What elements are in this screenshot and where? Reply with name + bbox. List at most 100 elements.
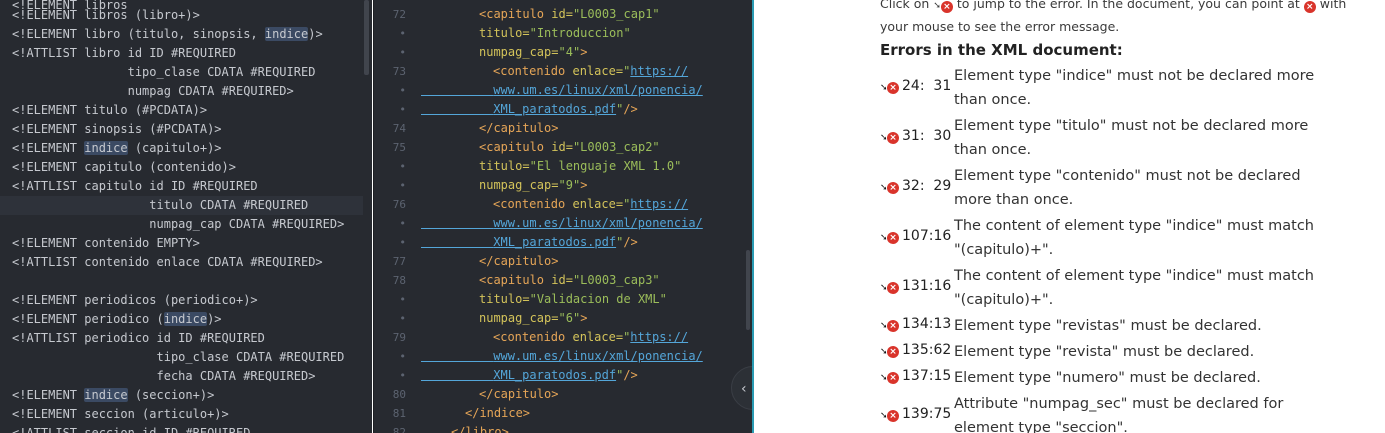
- pdf-link[interactable]: https://: [630, 64, 688, 78]
- xml-code-line: numpag_cap="9">: [479, 178, 588, 192]
- chapter-pages: 9: [565, 178, 573, 192]
- xml-code-line: www.um.es/linux/xml/ponencia/: [421, 81, 703, 100]
- info-end: with: [1319, 0, 1347, 11]
- xml-code-line: numpag_cap="6">: [479, 311, 588, 325]
- line-number: 75: [392, 141, 406, 154]
- error-row[interactable]: ➘ × 24: 31 Element type "indice" must not…: [880, 64, 1320, 112]
- wrap-marker: •: [399, 84, 406, 97]
- dtd-text: <!ELEMENT: [12, 388, 85, 402]
- error-row[interactable]: ➘ × 134:13 Element type "revistas" must b…: [880, 314, 1320, 338]
- info-prefix: Click on: [880, 0, 930, 11]
- dtd-line: numpag CDATA #REQUIRED>: [12, 84, 294, 98]
- dtd-line: <!ELEMENT indice (seccion+)>: [12, 386, 362, 405]
- dtd-text: <!ELEMENT periodico (: [12, 312, 164, 326]
- error-message: Element type "titulo" must not be declar…: [954, 118, 1309, 158]
- dtd-editor[interactable]: <!ELEMENT libros <!ELEMENT libros (libro…: [0, 0, 372, 433]
- xml-scrollbar[interactable]: [746, 250, 750, 330]
- xml-editor[interactable]: 72 • • 73 • • 74 75 • • 76 • • 77 78 • •…: [373, 0, 753, 433]
- xml-code-line: XML_paratodos.pdf"/>: [493, 102, 638, 116]
- xml-code-line: titulo="El lenguaje XML 1.0": [479, 159, 682, 173]
- error-message: Element type "revista" must be declared.: [954, 344, 1255, 360]
- wrap-marker: •: [399, 369, 406, 382]
- error-row[interactable]: ➘ × 139:75 Attribute "numpag_sec" must be…: [880, 392, 1320, 433]
- dtd-line: <!ELEMENT libro (titulo, sinopsis, indic…: [12, 25, 362, 44]
- error-location: 32: 29: [902, 178, 952, 194]
- error-jump-link[interactable]: ➘ ×: [880, 232, 900, 246]
- search-highlight: indice: [84, 141, 128, 155]
- error-x-icon: ×: [887, 346, 899, 358]
- error-jump-link[interactable]: ➘ ×: [880, 82, 900, 96]
- error-jump-link[interactable]: ➘ ×: [880, 282, 900, 296]
- wrap-marker: •: [399, 236, 406, 249]
- dtd-text: <!ELEMENT libro (titulo, sinopsis,: [12, 27, 265, 41]
- pdf-link[interactable]: https://: [630, 197, 688, 211]
- dtd-line: <!ELEMENT seccion (articulo+)>: [12, 407, 229, 421]
- dtd-line: <!ELEMENT contenido EMPTY>: [12, 236, 200, 250]
- xml-code-line: www.um.es/linux/xml/ponencia/: [421, 214, 703, 233]
- error-jump-link[interactable]: ➘ ×: [880, 320, 900, 334]
- xml-code-line: XML_paratodos.pdf"/>: [493, 235, 638, 249]
- dtd-line: <!ELEMENT sinopsis (#PCDATA)>: [12, 122, 222, 136]
- wrap-marker: •: [399, 350, 406, 363]
- chapter-pages: 4: [565, 45, 573, 59]
- dtd-line: <!ATTLIST capitulo id ID #REQUIRED: [12, 179, 258, 193]
- wrap-marker: •: [399, 217, 406, 230]
- pdf-link[interactable]: XML_paratodos.pdf: [493, 102, 616, 116]
- dtd-text: <!ELEMENT: [12, 141, 85, 155]
- pdf-link[interactable]: https://: [630, 330, 688, 344]
- pdf-link[interactable]: www.um.es/linux/xml/ponencia/: [493, 83, 703, 97]
- chapter-title: Validacion de XML: [536, 292, 660, 306]
- chapter-id: L0003_cap3: [580, 273, 653, 287]
- xml-code-line: <capitulo id="L0003_cap3": [479, 273, 660, 287]
- pdf-link[interactable]: XML_paratodos.pdf: [493, 235, 616, 249]
- error-row[interactable]: ➘ × 31: 30 Element type "titulo" must not…: [880, 114, 1320, 162]
- error-message: Element type "contenido" must not be dec…: [954, 168, 1301, 208]
- error-row[interactable]: ➘ × 32: 29 Element type "contenido" must …: [880, 164, 1320, 212]
- error-row[interactable]: ➘ × 137:15 Element type "numero" must be …: [880, 366, 1320, 390]
- error-message: Attribute "numpag_sec" must be declared …: [954, 396, 1284, 433]
- error-jump-link[interactable]: ➘ ×: [880, 410, 900, 424]
- error-message: Element type "indice" must not be declar…: [954, 68, 1315, 108]
- line-number: 81: [392, 407, 406, 420]
- wrap-marker: •: [399, 312, 406, 325]
- info-suffix: to jump to the error. In the document, y…: [956, 0, 1300, 11]
- error-row[interactable]: ➘ × 107:16 The content of element type "i…: [880, 214, 1320, 262]
- errors-heading: Errors in the XML document:: [880, 41, 1123, 59]
- pdf-link[interactable]: www.um.es/linux/xml/ponencia/: [493, 216, 703, 230]
- info-text-2: your mouse to see the error message.: [880, 19, 1120, 34]
- error-location: 107:16: [902, 228, 952, 244]
- xml-code-line: <capitulo id="L0003_cap2": [479, 140, 660, 154]
- chapter-title: El lenguaje XML 1.0: [536, 159, 675, 173]
- xml-code-line: <contenido enlace="https://: [493, 197, 689, 211]
- xml-code-line: </capitulo>: [479, 387, 559, 401]
- error-x-icon: ×: [887, 282, 899, 294]
- xml-code-line: <contenido enlace="https://: [493, 64, 689, 78]
- error-jump-link[interactable]: ➘ ×: [880, 132, 900, 146]
- chapter-title: Introduccion: [536, 26, 624, 40]
- xml-code-line: </libro>: [451, 425, 509, 433]
- pdf-link[interactable]: www.um.es/linux/xml/ponencia/: [493, 349, 703, 363]
- search-highlight: indice: [84, 388, 128, 402]
- error-jump-link[interactable]: ➘ ×: [880, 346, 900, 360]
- wrap-marker: •: [399, 179, 406, 192]
- line-number: 79: [392, 331, 406, 344]
- xml-code-line: titulo="Validacion de XML": [479, 292, 667, 306]
- info-text: Click on ➘ × to jump to the error. In the…: [880, 0, 1346, 13]
- error-row[interactable]: ➘ × 131:16 The content of element type "i…: [880, 264, 1320, 312]
- error-message: The content of element type "indice" mus…: [954, 268, 1315, 308]
- error-row[interactable]: ➘ × 135:62 Element type "revista" must be…: [880, 340, 1320, 364]
- dtd-scrollbar[interactable]: [364, 0, 369, 75]
- dtd-line: <!ATTLIST periodico id ID #REQUIRED: [12, 331, 265, 345]
- pdf-link[interactable]: XML_paratodos.pdf: [493, 368, 616, 382]
- chevron-left-icon: ‹: [741, 381, 747, 397]
- dtd-text: (seccion+)>: [127, 388, 215, 402]
- search-highlight: indice: [163, 312, 208, 326]
- dtd-line: numpag_cap CDATA #REQUIRED>: [12, 217, 345, 231]
- error-x-icon: ×: [887, 182, 899, 194]
- dtd-text: )>: [308, 27, 323, 41]
- xml-code-line: www.um.es/linux/xml/ponencia/: [421, 347, 703, 366]
- wrap-marker: •: [399, 293, 406, 306]
- error-jump-link[interactable]: ➘ ×: [880, 182, 900, 196]
- error-location: 31: 30: [902, 128, 952, 144]
- error-jump-link[interactable]: ➘ ×: [880, 372, 900, 386]
